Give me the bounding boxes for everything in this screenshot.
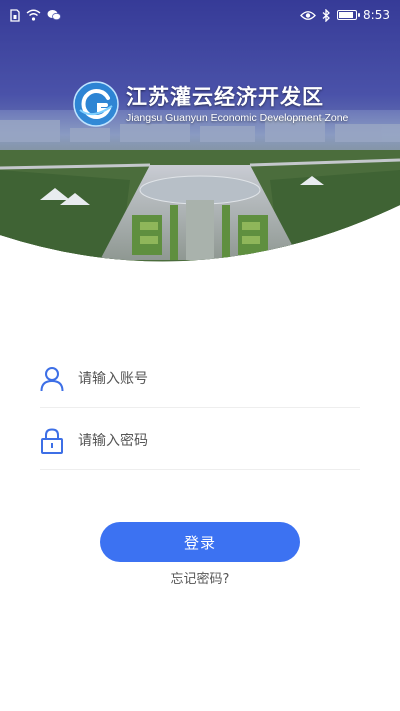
eye-icon [300, 10, 316, 20]
wifi-icon [26, 9, 41, 21]
status-time: 8:53 [363, 8, 390, 22]
wechat-icon [47, 10, 61, 21]
account-field [40, 350, 360, 408]
aerial-city-image [0, 0, 400, 262]
password-input[interactable] [78, 432, 360, 449]
bluetooth-icon [322, 8, 330, 22]
zone-name-chinese: 江苏灌云经济开发区 [126, 85, 324, 109]
password-field [40, 412, 360, 470]
battery-icon [337, 10, 361, 20]
user-icon [40, 366, 64, 392]
login-button[interactable]: 登录 [100, 522, 300, 562]
header-banner: 8:53 江苏灌云经济开发区 Jiangsu Guanyun Economic … [0, 0, 400, 270]
sim-icon [10, 8, 20, 22]
lock-icon [40, 427, 64, 454]
status-bar: 8:53 [0, 0, 400, 30]
login-form [40, 350, 360, 474]
zone-name-english: Jiangsu Guanyun Economic Development Zon… [126, 112, 349, 124]
account-input[interactable] [78, 370, 360, 387]
zone-logo [73, 81, 119, 127]
brand: 江苏灌云经济开发区 Jiangsu Guanyun Economic Devel… [72, 80, 348, 128]
forgot-password-link[interactable]: 忘记密码? [0, 568, 400, 587]
